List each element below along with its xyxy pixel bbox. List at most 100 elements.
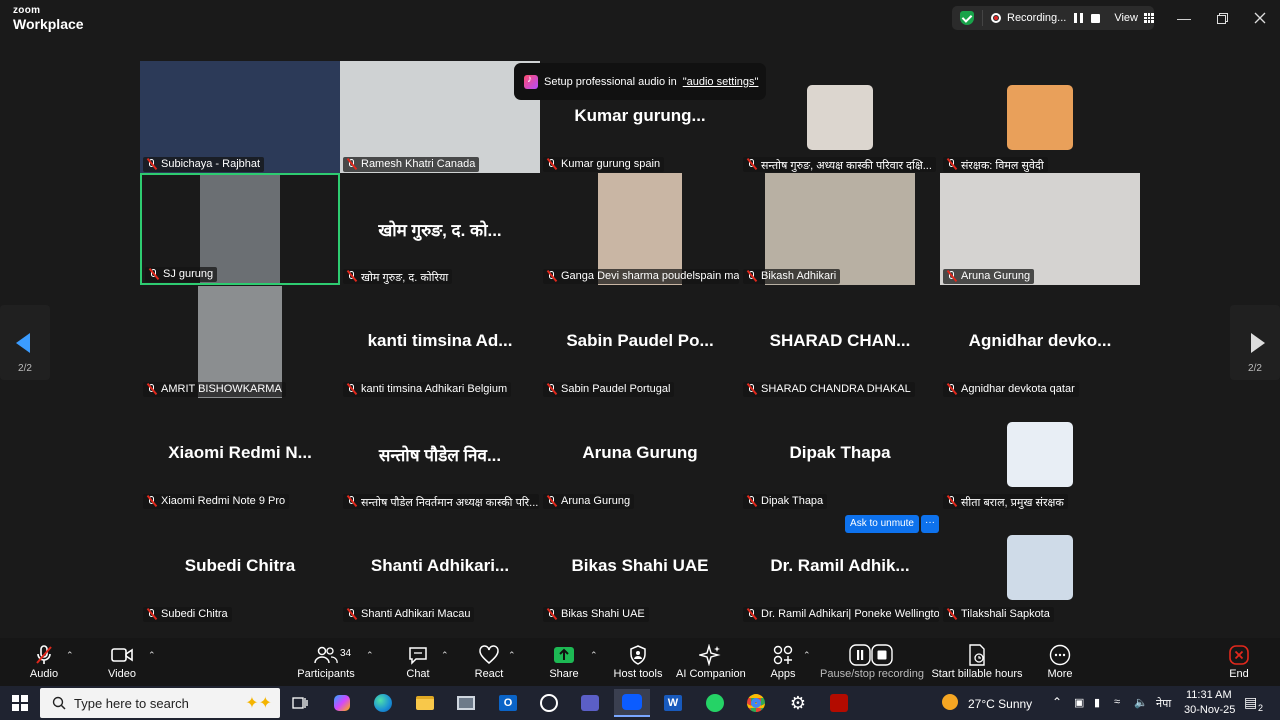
muted-mic-icon bbox=[547, 608, 557, 620]
participant-tile[interactable]: SHARAD CHAN... SHARAD CHANDRA DHAKAL bbox=[740, 286, 940, 398]
battery-icon[interactable]: ▮ bbox=[1094, 696, 1100, 709]
view-button[interactable]: View bbox=[1114, 12, 1138, 24]
chat-options-chevron-icon[interactable]: ⌃ bbox=[441, 650, 449, 661]
video-options-chevron-icon[interactable]: ⌃ bbox=[148, 650, 156, 661]
participant-tile[interactable]: सन्तोष गुरुङ, अध्यक्ष कास्की परिवार दक्ष… bbox=[740, 61, 940, 173]
teams-icon[interactable] bbox=[572, 689, 608, 717]
video-button[interactable]: Video bbox=[98, 642, 146, 684]
participant-tile[interactable]: Sabin Paudel Po... Sabin Paudel Portugal bbox=[540, 286, 740, 398]
participant-name-label: Sabin Paudel Portugal bbox=[543, 382, 675, 397]
photos-app-icon[interactable] bbox=[448, 689, 484, 717]
restore-icon[interactable] bbox=[1204, 0, 1240, 36]
copilot-icon[interactable] bbox=[324, 689, 360, 717]
participant-tile[interactable]: Shanti Adhikari... Shanti Adhikari Macau bbox=[340, 511, 540, 623]
participant-name: Xiaomi Redmi Note 9 Pro bbox=[161, 495, 286, 507]
language-indicator[interactable]: नेपा bbox=[1156, 696, 1171, 711]
settings-gear-icon[interactable]: ⚙ bbox=[780, 689, 816, 717]
share-options-chevron-icon[interactable]: ⌃ bbox=[590, 650, 598, 661]
participant-tile[interactable]: Subedi Chitra Subedi Chitra bbox=[140, 511, 340, 623]
participant-tile[interactable]: Aruna Gurung bbox=[940, 173, 1140, 285]
chat-label: Chat bbox=[406, 668, 430, 680]
grid-view-icon[interactable] bbox=[1143, 13, 1154, 23]
browser-compass-icon[interactable] bbox=[531, 689, 567, 717]
minimize-icon[interactable]: — bbox=[1166, 0, 1202, 36]
participant-tile[interactable]: खोम गुरुङ, द. को... खोम गुरुङ, द. कोरिया bbox=[340, 173, 540, 285]
participant-name: Tilakshali Sapkota bbox=[961, 608, 1050, 620]
clock-date[interactable]: 30-Nov-25 bbox=[1184, 704, 1235, 716]
react-options-chevron-icon[interactable]: ⌃ bbox=[508, 650, 516, 661]
audio-settings-link[interactable]: "audio settings" bbox=[683, 76, 759, 88]
close-window-icon[interactable] bbox=[1242, 0, 1278, 36]
participant-tile[interactable]: Ramesh Khatri Canada bbox=[340, 61, 540, 173]
weather-text[interactable]: 27°C Sunny bbox=[968, 697, 1032, 711]
participant-tile[interactable]: Bikash Adhikari bbox=[740, 173, 940, 285]
participant-display-name: खोम गुरुङ, द. को... bbox=[378, 221, 502, 240]
outlook-icon[interactable]: O bbox=[490, 689, 526, 717]
participant-name: SJ gurung bbox=[163, 268, 214, 280]
previous-page-button[interactable]: 2/2 bbox=[0, 305, 50, 380]
ai-companion-button[interactable]: AI Companion bbox=[676, 642, 746, 684]
participant-name-label: Ganga Devi sharma poudelspain ma... bbox=[543, 269, 739, 284]
start-billable-hours-button[interactable]: Start billable hours bbox=[930, 642, 1024, 684]
next-page-button[interactable]: 2/2 bbox=[1230, 305, 1280, 380]
end-meeting-button[interactable]: End bbox=[1222, 642, 1256, 684]
file-explorer-icon[interactable] bbox=[407, 689, 443, 717]
participant-tile[interactable]: Aruna Gurung Aruna Gurung bbox=[540, 398, 740, 510]
notifications-icon[interactable]: ▤ bbox=[1244, 694, 1257, 711]
edge-browser-icon[interactable] bbox=[365, 689, 401, 717]
acrobat-icon[interactable] bbox=[821, 689, 857, 717]
ask-to-unmute-button[interactable]: Ask to unmute bbox=[845, 515, 919, 533]
participant-display-name: Sabin Paudel Po... bbox=[566, 331, 714, 350]
more-button[interactable]: More bbox=[1042, 642, 1078, 684]
participant-name: Sabin Paudel Portugal bbox=[561, 383, 671, 395]
participant-tile[interactable]: संरक्षक: विमल सुवेदी bbox=[940, 61, 1140, 173]
participant-tile[interactable]: Xiaomi Redmi N... Xiaomi Redmi Note 9 Pro bbox=[140, 398, 340, 510]
audio-button[interactable]: Audio bbox=[20, 642, 68, 684]
volume-icon[interactable]: 🔈 bbox=[1134, 696, 1148, 709]
participant-name: Ganga Devi sharma poudelspain ma... bbox=[561, 270, 739, 282]
clock-time[interactable]: 11:31 AM bbox=[1186, 689, 1232, 701]
taskbar-search-input[interactable]: Type here to search ✦✦ bbox=[40, 688, 280, 718]
network-icon[interactable]: ▣ bbox=[1074, 696, 1084, 709]
stop-recording-icon[interactable] bbox=[1091, 13, 1101, 23]
react-label: React bbox=[474, 668, 504, 680]
react-button[interactable]: React bbox=[470, 642, 508, 684]
apps-button[interactable]: Apps bbox=[766, 642, 800, 684]
participant-tile[interactable]: SJ gurung bbox=[140, 173, 340, 285]
participant-tile[interactable]: Agnidhar devko... Agnidhar devkota qatar bbox=[940, 286, 1140, 398]
more-options-button[interactable]: ··· bbox=[921, 515, 939, 533]
participant-tile[interactable]: Ganga Devi sharma poudelspain ma... bbox=[540, 173, 740, 285]
word-icon[interactable]: W bbox=[655, 689, 691, 717]
encryption-shield-icon[interactable] bbox=[960, 11, 974, 25]
zoom-taskbar-icon[interactable] bbox=[614, 689, 650, 717]
participant-name-label: Dr. Ramil Adhikari| Poneke Wellington bbox=[743, 607, 939, 622]
participants-label: Participants bbox=[297, 668, 355, 680]
weather-sun-icon bbox=[942, 694, 958, 710]
task-view-icon[interactable] bbox=[282, 689, 318, 717]
share-button[interactable]: Share bbox=[544, 642, 584, 684]
participant-tile[interactable]: Bikas Shahi UAE Bikas Shahi UAE bbox=[540, 511, 740, 623]
participant-tile[interactable]: सन्तोष पौडेल निव... सन्तोष पौडेल निवर्तमा… bbox=[340, 398, 540, 510]
windows-start-icon[interactable] bbox=[12, 695, 28, 711]
wifi-icon[interactable]: ≈ bbox=[1114, 696, 1120, 708]
muted-mic-icon bbox=[347, 383, 357, 395]
participant-tile[interactable]: Dipak Thapa Dipak Thapa bbox=[740, 398, 940, 510]
participants-options-chevron-icon[interactable]: ⌃ bbox=[366, 650, 374, 661]
audio-label: Audio bbox=[29, 668, 59, 680]
participant-tile[interactable]: Tilakshali Sapkota bbox=[940, 511, 1140, 623]
logo-bottom: Workplace bbox=[13, 16, 84, 32]
host-tools-button[interactable]: Host tools bbox=[612, 642, 664, 684]
chrome-icon[interactable] bbox=[738, 689, 774, 717]
participant-tile[interactable]: Subichaya - Rajbhat bbox=[140, 61, 340, 173]
whatsapp-icon[interactable] bbox=[697, 689, 733, 717]
tray-chevron-icon[interactable]: ⌃ bbox=[1052, 695, 1062, 709]
audio-options-chevron-icon[interactable]: ⌃ bbox=[66, 650, 74, 661]
pause-recording-icon[interactable] bbox=[1074, 13, 1084, 23]
sparkle-icon bbox=[699, 644, 721, 666]
pause-stop-recording-button[interactable]: Pause/stop recording bbox=[820, 642, 924, 684]
chat-button[interactable]: Chat bbox=[400, 642, 436, 684]
participant-tile[interactable]: kanti timsina Ad... kanti timsina Adhikar… bbox=[340, 286, 540, 398]
apps-options-chevron-icon[interactable]: ⌃ bbox=[803, 650, 811, 661]
participant-tile[interactable]: सीता बराल, प्रमुख संरक्षक bbox=[940, 398, 1140, 510]
participant-tile[interactable]: AMRIT BISHOWKARMA bbox=[140, 286, 340, 398]
